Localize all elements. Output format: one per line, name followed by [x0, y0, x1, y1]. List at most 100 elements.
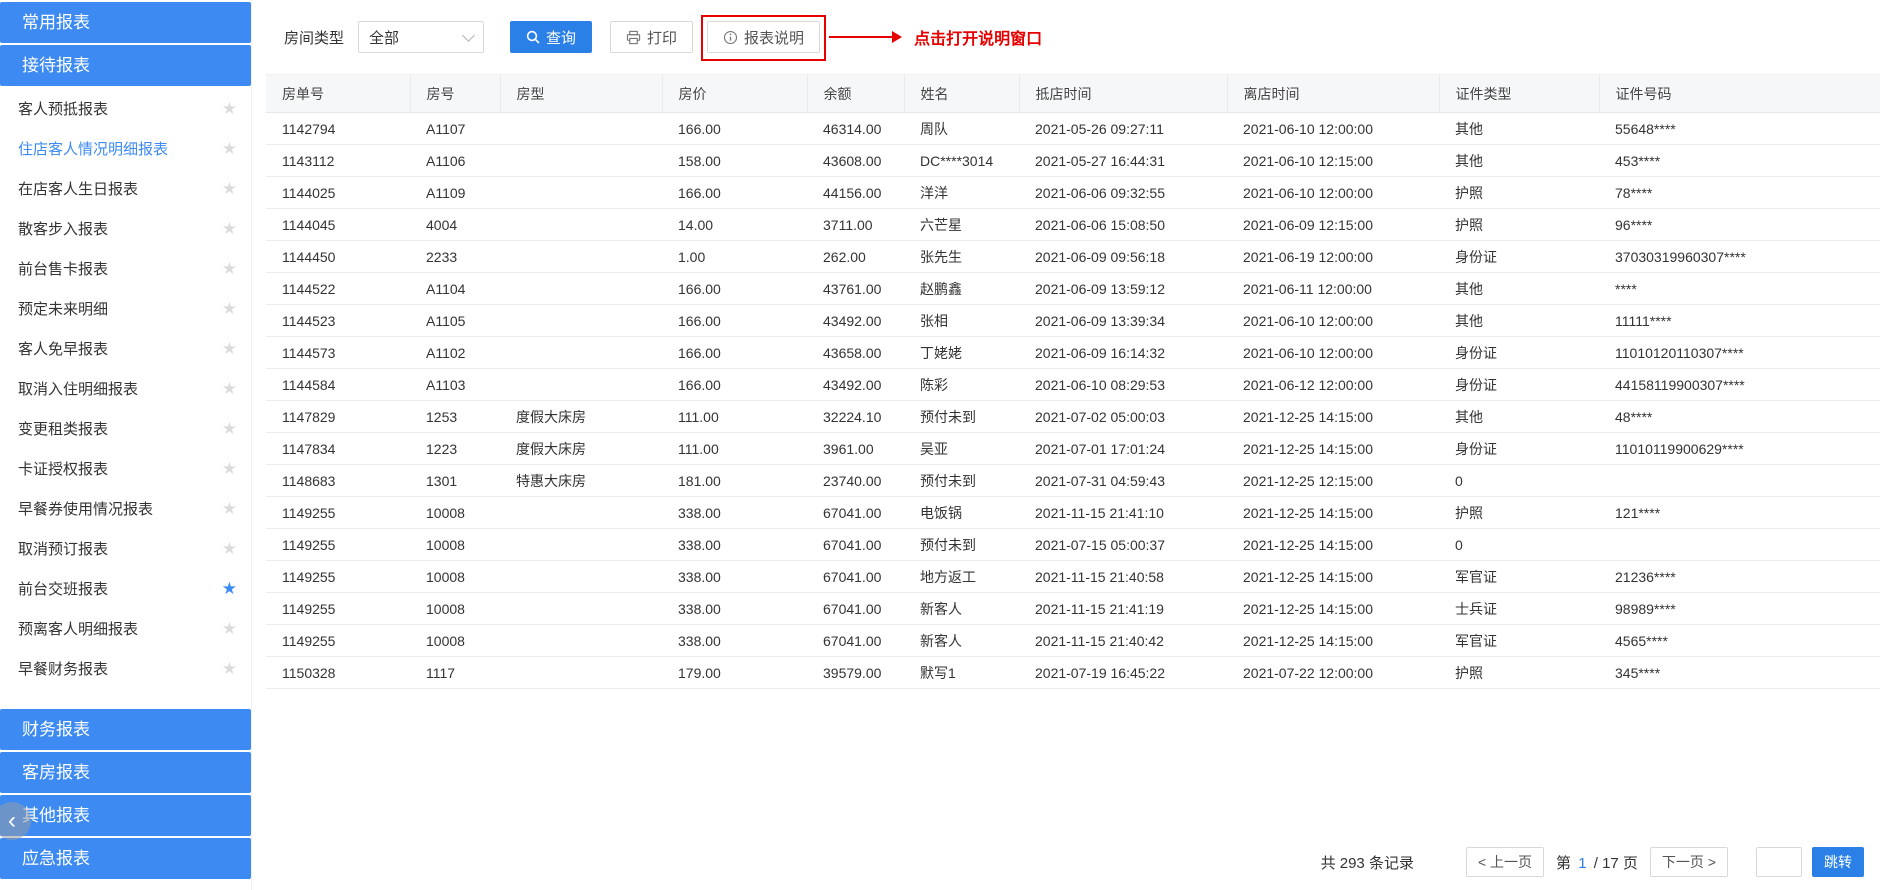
next-page-button[interactable]: 下一页 >: [1649, 847, 1728, 877]
star-icon[interactable]: ★: [222, 380, 237, 397]
table-cell: [500, 368, 662, 401]
star-icon[interactable]: ★: [222, 620, 237, 637]
star-icon[interactable]: ★: [222, 340, 237, 357]
table-row[interactable]: 1149255 10008 338.00 67041.00 新客人 2021-11-15 …: [266, 624, 1880, 657]
table-row[interactable]: 1144025 A1109 166.00 44156.00 洋洋 2021-06-06 0…: [266, 176, 1880, 209]
table-cell: 2021-07-15 05:00:37: [1019, 528, 1227, 561]
table-cell: DC****3014: [904, 144, 1019, 177]
query-button[interactable]: 查询: [510, 21, 593, 53]
table-cell: 1144523: [266, 304, 410, 337]
sidebar-section-button[interactable]: 应急报表: [0, 838, 251, 879]
star-icon[interactable]: ★: [222, 100, 237, 117]
table-cell: 111.00: [662, 432, 807, 465]
table-row[interactable]: 1142794 A1107 166.00 46314.00 周队 2021-05-26 0…: [266, 112, 1880, 145]
sidebar-report-item[interactable]: 变更租类报表 ★: [0, 408, 251, 448]
sidebar-bottom-sections: 财务报表 客房报表 其他报表 应急报表: [0, 709, 251, 881]
star-icon[interactable]: ★: [222, 420, 237, 437]
table-row[interactable]: 1147834 1223 度假大床房 111.00 3961.00 吴亚 2021-07-0…: [266, 432, 1880, 465]
annotation-text: 点击打开说明窗口: [914, 31, 1043, 48]
table-cell: [500, 560, 662, 593]
sidebar-report-item[interactable]: 住店客人情况明细报表 ★: [0, 128, 251, 168]
star-icon[interactable]: ★: [222, 460, 237, 477]
sidebar-report-item[interactable]: 前台售卡报表 ★: [0, 248, 251, 288]
sidebar-report-item[interactable]: 早餐财务报表 ★: [0, 648, 251, 688]
star-icon[interactable]: ★: [222, 300, 237, 317]
prev-page-button[interactable]: < 上一页: [1465, 847, 1545, 877]
report-info-button[interactable]: 报表说明: [707, 21, 821, 53]
table-cell: 166.00: [662, 304, 807, 337]
table-cell: 23740.00: [807, 464, 904, 497]
table-row[interactable]: 1144522 A1104 166.00 43761.00 赵鹏鑫 2021-06-09 …: [266, 272, 1880, 305]
sidebar-report-item[interactable]: 客人免早报表 ★: [0, 328, 251, 368]
sidebar-report-item[interactable]: 卡证授权报表 ★: [0, 448, 251, 488]
sidebar-section-button[interactable]: 财务报表: [0, 709, 251, 750]
table-row[interactable]: 1144573 A1102 166.00 43658.00 丁姥姥 2021-06-09 …: [266, 336, 1880, 369]
table-cell: A1105: [410, 304, 500, 337]
table-cell: [1599, 528, 1880, 561]
table-row[interactable]: 1143112 A1106 158.00 43608.00 DC****3014 2021…: [266, 144, 1880, 177]
print-button[interactable]: 打印: [610, 21, 694, 53]
table-cell: 1144522: [266, 272, 410, 305]
table-cell: 预付未到: [904, 400, 1019, 433]
table-row[interactable]: 1149255 10008 338.00 67041.00 新客人 2021-11-15 …: [266, 592, 1880, 625]
table-cell: 2021-12-25 14:15:00: [1227, 560, 1439, 593]
sidebar-item-label: 预定未来明细: [18, 300, 109, 318]
sidebar-report-item[interactable]: 散客步入报表 ★: [0, 208, 251, 248]
table-cell: 军官证: [1439, 624, 1599, 657]
table-cell: [500, 208, 662, 241]
table-cell: 11010119900629****: [1599, 432, 1880, 465]
table-cell: 2021-06-12 12:00:00: [1227, 368, 1439, 401]
sidebar-report-item[interactable]: 客人预抵报表 ★: [0, 88, 251, 128]
table-cell: 2021-06-10 12:00:00: [1227, 304, 1439, 337]
sidebar-report-item[interactable]: 预离客人明细报表 ★: [0, 608, 251, 648]
report-info-annotated-group: 报表说明 点击打开说明窗口: [701, 15, 1042, 61]
jump-button[interactable]: 跳转: [1812, 847, 1864, 877]
sidebar-report-item[interactable]: 预定未来明细 ★: [0, 288, 251, 328]
table-row[interactable]: 1148683 1301 特惠大床房 181.00 23740.00 预付未到 2021-0…: [266, 464, 1880, 497]
table-row[interactable]: 1150328 1117 179.00 39579.00 默写1 2021-07-19 1…: [266, 656, 1880, 689]
star-icon[interactable]: ★: [222, 220, 237, 237]
page-jump-input[interactable]: [1756, 847, 1802, 877]
sidebar-report-item[interactable]: 取消预订报表 ★: [0, 528, 251, 568]
table-cell: 158.00: [662, 144, 807, 177]
sidebar-section-button[interactable]: 其他报表: [0, 795, 251, 836]
sidebar-section-button[interactable]: 客房报表: [0, 752, 251, 793]
table-cell: 39579.00: [807, 656, 904, 689]
collapse-left-icon: ‹: [8, 807, 16, 834]
page-indicator-prefix: 第: [1556, 854, 1572, 872]
search-icon: [526, 30, 540, 44]
table-row[interactable]: 1144450 2233 1.00 262.00 张先生 2021-06-09 09:56…: [266, 240, 1880, 273]
table-row[interactable]: 1144045 4004 14.00 3711.00 六芒星 2021-06-06 15:…: [266, 208, 1880, 241]
table-row[interactable]: 1149255 10008 338.00 67041.00 地方返工 2021-11-15…: [266, 560, 1880, 593]
star-icon[interactable]: ★: [222, 500, 237, 517]
table-cell: 2021-12-25 14:15:00: [1227, 400, 1439, 433]
sidebar-report-item[interactable]: 前台交班报表 ★: [0, 568, 251, 608]
table-cell: 2021-12-25 14:15:00: [1227, 496, 1439, 529]
sidebar-item-label: 预离客人明细报表: [18, 620, 139, 638]
table-cell: 2021-07-01 17:01:24: [1019, 432, 1227, 465]
sidebar-section-button[interactable]: 接待报表: [0, 45, 251, 86]
table-cell: 2021-06-10 12:00:00: [1227, 336, 1439, 369]
table-cell: 新客人: [904, 592, 1019, 625]
table-cell: 护照: [1439, 496, 1599, 529]
sidebar-report-item[interactable]: 取消入住明细报表 ★: [0, 368, 251, 408]
table-cell: 2021-12-25 12:15:00: [1227, 464, 1439, 497]
sidebar-report-item[interactable]: 早餐券使用情况报表 ★: [0, 488, 251, 528]
table-row[interactable]: 1149255 10008 338.00 67041.00 预付未到 2021-07-15…: [266, 528, 1880, 561]
table-row[interactable]: 1149255 10008 338.00 67041.00 电饭锅 2021-11-15 …: [266, 496, 1880, 529]
star-icon[interactable]: ★: [222, 660, 237, 677]
star-icon[interactable]: ★: [222, 140, 237, 157]
room-type-select[interactable]: 全部: [358, 21, 485, 53]
sidebar-report-item[interactable]: 在店客人生日报表 ★: [0, 168, 251, 208]
sidebar-section-button[interactable]: 常用报表: [0, 2, 251, 43]
table-cell: 4565****: [1599, 624, 1880, 657]
star-icon[interactable]: ★: [222, 540, 237, 557]
star-icon[interactable]: ★: [222, 580, 237, 597]
table-row[interactable]: 1144523 A1105 166.00 43492.00 张相 2021-06-09 1…: [266, 304, 1880, 337]
star-icon[interactable]: ★: [222, 260, 237, 277]
table-column-header: 证件号码: [1599, 74, 1880, 113]
star-icon[interactable]: ★: [222, 180, 237, 197]
table-row[interactable]: 1144584 A1103 166.00 43492.00 陈彩 2021-06-10 0…: [266, 368, 1880, 401]
table-cell: 1147834: [266, 432, 410, 465]
table-row[interactable]: 1147829 1253 度假大床房 111.00 32224.10 预付未到 2021-0…: [266, 400, 1880, 433]
